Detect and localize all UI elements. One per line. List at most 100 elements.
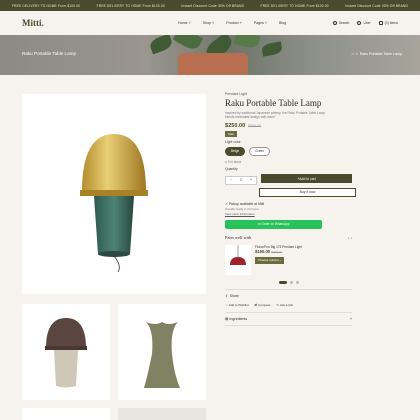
stock-label: 9 in stock (227, 159, 242, 164)
pairs-title: Pairs well with (225, 234, 252, 240)
ingredients-accordion[interactable]: ▤ Ingredients ˅ (225, 311, 352, 326)
nav-label: Blog (279, 21, 287, 25)
product-price: $250.00 (225, 122, 246, 129)
cart-button[interactable]: (0) Items (378, 21, 398, 25)
leaf-decoration (148, 35, 174, 55)
stock-status: ● 9 in stock (225, 159, 242, 164)
product-vendor: Pendant Light (225, 92, 248, 96)
nav-label: Product (226, 21, 239, 25)
color-options: Beige Green (225, 146, 352, 156)
announcement-item: Instant Discount Code 30% Off BRAND (181, 3, 245, 8)
ingredients-label: Ingredients (229, 316, 248, 321)
carousel-dot[interactable] (278, 280, 287, 284)
product-description: Inspired by traditional Japanese pottery… (225, 111, 325, 120)
cart-row: − 1 + + Add to cart (225, 173, 352, 185)
leaf-decoration (261, 41, 283, 57)
share-button[interactable]: ⇪ Share (225, 288, 352, 298)
pair-price: $150.00 (255, 248, 271, 254)
carousel-dot[interactable] (295, 280, 299, 284)
glass-vase-image (144, 322, 180, 388)
ask-question-button[interactable]: ✎ Ask a Qst (276, 303, 293, 307)
wishlist-button[interactable]: ♡ Add to Wishlist (225, 303, 249, 307)
table-lamp-image (80, 134, 148, 273)
user-label: User (363, 21, 371, 25)
pickup-time: Usually ready in 24 hours (225, 206, 259, 211)
announcement-item: FREE DELIVERY TO HOME From $100.00 (96, 3, 165, 8)
minus-icon[interactable]: − (230, 178, 232, 182)
product-thumbnail-1[interactable] (22, 304, 110, 400)
plus-icon[interactable]: + (250, 178, 252, 182)
whatsapp-order-button[interactable]: ☏ Order on WhatsApp (225, 219, 322, 229)
search-label: Search (338, 21, 350, 25)
option-green[interactable]: Green (249, 146, 271, 156)
product-main-image[interactable] (22, 94, 206, 294)
home-icon[interactable]: ⌂ (352, 52, 354, 56)
header-actions: Search User (0) Items (332, 21, 398, 25)
quantity-stepper[interactable]: − 1 + (225, 175, 258, 185)
wishlist-label: Add to Wishlist (228, 302, 249, 307)
pickup-label: Pickup available at Mitti (228, 201, 265, 206)
leaf-decoration (172, 35, 204, 53)
add-to-cart-button[interactable]: + Add to cart (261, 174, 352, 184)
announcement-item: Instant Discount Code 30% Off BRAND (345, 3, 408, 8)
compare-icon: ⇄ (254, 302, 258, 307)
search-button[interactable]: Search (332, 21, 350, 25)
user-icon (357, 21, 362, 25)
choose-options-button[interactable]: Choose options › (255, 256, 284, 264)
pairs-header: Pairs well with ‹ › (225, 235, 352, 240)
product-thumbnail-3[interactable] (22, 408, 110, 420)
announcement-item: FREE DELIVERY TO HOME From $100.00 (12, 3, 81, 8)
quantity-value[interactable]: 1 (240, 178, 242, 182)
brown-lamp-image (45, 318, 87, 388)
nav-item-shop[interactable]: Shop ˅ (203, 21, 215, 25)
option-beige[interactable]: Beige (225, 146, 246, 156)
choose-options-label: Choose options (258, 258, 279, 263)
product-actions: ♡ Add to Wishlist ⇄ Compare ✎ Ask a Qst (225, 303, 352, 307)
plant-pot-image (178, 53, 248, 75)
product-thumbnail-2[interactable] (118, 304, 206, 400)
page-title: Raku Portable Table Lamp (22, 51, 77, 56)
nav-item-home[interactable]: Home ˅ (178, 21, 191, 25)
pickup-info: ✓ Pickup available at Mitti (225, 201, 265, 206)
main-nav: Home ˅ Shop ˅ Product ˅ Pages ˅ Blog (178, 21, 286, 25)
ingredients-title: ▤ Ingredients (225, 316, 248, 321)
nav-label: Shop (202, 21, 212, 25)
compare-button[interactable]: ⇄ Compare (255, 303, 271, 307)
chevron-down-icon: ˅ (349, 316, 352, 321)
pair-compare-price: $200.00 (271, 249, 283, 254)
question-icon: ✎ (276, 302, 279, 307)
pair-product-card[interactable]: FloronPon Big 175 Pendant Light $150.00 … (225, 244, 352, 275)
user-button[interactable]: User (357, 21, 371, 25)
option-label: Light color (225, 139, 241, 144)
pendant-light-image[interactable] (225, 244, 251, 275)
product-title: Raku Portable Table Lamp (225, 98, 322, 108)
add-to-cart-label: Add to cart (299, 176, 316, 181)
store-info-link[interactable]: View store information (225, 212, 352, 216)
share-label: Share (229, 293, 239, 298)
announcement-item: FREE DELIVERY TO HOME From $100.00 (260, 3, 329, 8)
nav-item-product[interactable]: Product ˅ (226, 21, 242, 25)
cart-icon (378, 21, 383, 25)
nav-label: Pages (253, 21, 264, 25)
site-logo[interactable]: Mitti. (22, 18, 142, 28)
carousel-dot[interactable] (289, 280, 293, 284)
breadcrumb-current: Raku Portable Table Lamp (359, 52, 402, 56)
cart-label: (0) Items (384, 21, 398, 25)
nav-item-blog[interactable]: Blog (279, 21, 286, 25)
breadcrumb-separator: » (355, 52, 358, 56)
buy-now-button[interactable]: Buy it now (259, 187, 356, 197)
announcement-bar: FREE DELIVERY TO HOME From $100.00 FREE … (0, 0, 420, 11)
breadcrumb: ⌂ » Raku Portable Table Lamp (352, 52, 402, 56)
compare-label: Compare (258, 302, 271, 307)
whatsapp-label: Order on WhatsApp (261, 222, 290, 227)
pair-details: FloronPon Big 175 Pendant Light $150.00 … (255, 245, 302, 275)
page-banner: Raku Portable Table Lamp ⌂ » Raku Portab… (0, 35, 420, 75)
sale-badge: Sale (225, 130, 238, 137)
leaf-decoration (233, 35, 261, 50)
site-header: Mitti. Home ˅ Shop ˅ Product ˅ Pages ˅ B… (0, 11, 420, 35)
nav-item-pages[interactable]: Pages ˅ (254, 21, 267, 25)
carousel-arrows[interactable]: ‹ › (348, 235, 352, 240)
product-thumbnail-4[interactable] (118, 408, 206, 420)
share-icon: ⇪ (225, 293, 228, 298)
carousel-dots (225, 280, 352, 284)
